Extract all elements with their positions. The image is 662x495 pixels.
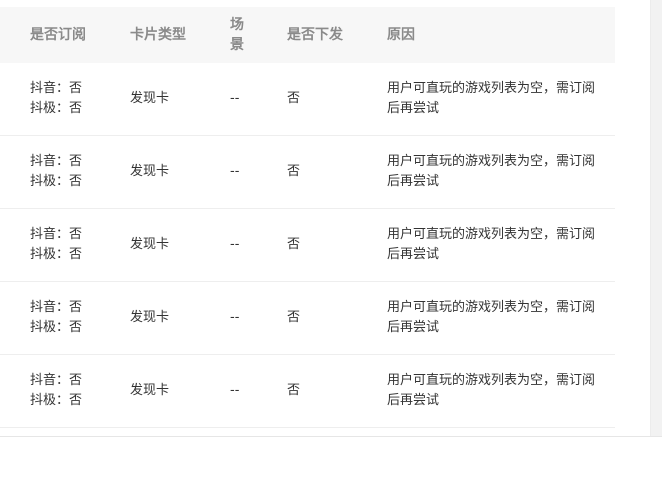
douyin-status: 抖音：否	[30, 373, 83, 388]
scene-cell: --	[230, 237, 240, 252]
douyin-status: 抖音：否	[30, 154, 83, 169]
issued-cell: 否	[287, 310, 301, 325]
douji-status: 抖极：否	[30, 247, 83, 262]
douyin-status: 抖音：否	[30, 300, 83, 315]
scene-cell: --	[230, 310, 240, 325]
table-row: 抖音：否 抖极：否 发现卡 -- 否 用户可直玩的游戏列表为空，需订阅后再尝试	[0, 136, 615, 209]
subscribed-cell: 抖音：否 抖极：否	[30, 298, 82, 338]
reason-cell: 用户可直玩的游戏列表为空，需订阅后再尝试	[387, 154, 596, 189]
reason-cell: 用户可直玩的游戏列表为空，需订阅后再尝试	[387, 81, 596, 116]
table-row: 抖音：否 抖极：否 发现卡 -- 否 用户可直玩的游戏列表为空，需订阅后再尝试	[0, 355, 615, 428]
douji-status: 抖极：否	[30, 174, 83, 189]
card-type-cell: 发现卡	[130, 164, 170, 179]
bottom-divider	[0, 436, 662, 437]
issued-cell: 否	[287, 164, 301, 179]
table-row: 抖音：否 抖极：否 发现卡 -- 否 用户可直玩的游戏列表为空，需订阅后再尝试	[0, 282, 615, 355]
scene-cell: --	[230, 164, 240, 179]
scene-cell: --	[230, 91, 240, 106]
issued-cell: 否	[287, 383, 301, 398]
douyin-status: 抖音：否	[30, 81, 83, 96]
header-issued: 是否下发	[287, 27, 343, 43]
header-reason: 原因	[387, 27, 415, 43]
table-row: 抖音：否 抖极：否 发现卡 -- 否 用户可直玩的游戏列表为空，需订阅后再尝试	[0, 63, 615, 136]
douji-status: 抖极：否	[30, 320, 83, 335]
issued-cell: 否	[287, 91, 301, 106]
reason-cell: 用户可直玩的游戏列表为空，需订阅后再尝试	[387, 373, 596, 408]
issued-cell: 否	[287, 237, 301, 252]
vertical-scrollbar[interactable]	[650, 0, 662, 436]
card-type-cell: 发现卡	[130, 237, 170, 252]
reason-cell: 用户可直玩的游戏列表为空，需订阅后再尝试	[387, 227, 596, 262]
subscribed-cell: 抖音：否 抖极：否	[30, 79, 82, 119]
card-type-cell: 发现卡	[130, 383, 170, 398]
table-row: 抖音：否 抖极：否 发现卡 -- 否 用户可直玩的游戏列表为空，需订阅后再尝试	[0, 209, 615, 282]
results-table: 是否订阅 卡片类型 场景 是否下发 原因 抖音：否 抖极：否 发现卡 -- 否 …	[0, 0, 615, 428]
douji-status: 抖极：否	[30, 101, 83, 116]
card-type-cell: 发现卡	[130, 91, 170, 106]
page: 是否订阅 卡片类型 场景 是否下发 原因 抖音：否 抖极：否 发现卡 -- 否 …	[0, 0, 662, 495]
reason-cell: 用户可直玩的游戏列表为空，需订阅后再尝试	[387, 300, 596, 335]
card-type-cell: 发现卡	[130, 310, 170, 325]
table-header: 是否订阅 卡片类型 场景 是否下发 原因	[0, 7, 615, 63]
douyin-status: 抖音：否	[30, 227, 83, 242]
header-subscribed: 是否订阅	[30, 27, 86, 43]
header-scene: 场景	[230, 17, 244, 53]
scene-cell: --	[230, 383, 240, 398]
subscribed-cell: 抖音：否 抖极：否	[30, 371, 82, 411]
subscribed-cell: 抖音：否 抖极：否	[30, 225, 82, 265]
subscribed-cell: 抖音：否 抖极：否	[30, 152, 82, 192]
header-card-type: 卡片类型	[130, 27, 186, 43]
douji-status: 抖极：否	[30, 393, 83, 408]
